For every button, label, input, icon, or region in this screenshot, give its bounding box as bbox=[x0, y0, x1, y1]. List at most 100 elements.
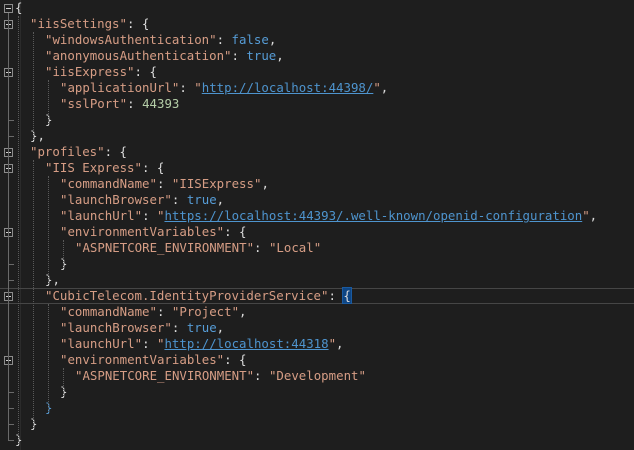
code-token: : bbox=[254, 368, 269, 383]
code-token: "iisSettings" bbox=[30, 16, 127, 31]
code-line[interactable]: "IIS Express": { bbox=[0, 160, 634, 176]
code-token: , bbox=[216, 320, 225, 335]
code-token: : { bbox=[104, 144, 127, 159]
code-line[interactable]: "anonymousAuthentication": true, bbox=[0, 48, 634, 64]
collapse-icon[interactable] bbox=[4, 4, 13, 13]
code-line[interactable]: "profiles": { bbox=[0, 144, 634, 160]
code-line[interactable]: "sslPort": 44393 bbox=[0, 96, 634, 112]
fold-end-marker bbox=[8, 440, 14, 441]
code-line[interactable]: "CubicTelecom.IdentityProviderService": … bbox=[0, 287, 634, 304]
code-token: : bbox=[142, 336, 157, 351]
code-text: "ASPNETCORE_ENVIRONMENT": "Local" bbox=[75, 240, 321, 256]
code-text: "ASPNETCORE_ENVIRONMENT": "Development" bbox=[75, 368, 366, 384]
url-link[interactable]: http://localhost:44318 bbox=[164, 336, 328, 351]
code-token: "anonymousAuthentication" bbox=[45, 48, 232, 63]
indent-guide bbox=[63, 368, 64, 396]
fold-end-marker bbox=[8, 264, 14, 265]
code-line[interactable]: "applicationUrl": "http://localhost:4439… bbox=[0, 80, 634, 96]
code-token: : bbox=[156, 304, 172, 319]
code-token: false bbox=[231, 32, 269, 47]
indent-guide bbox=[48, 176, 49, 284]
code-token: "environmentVariables" bbox=[60, 224, 225, 239]
code-line[interactable]: "launchUrl": "http://localhost:44318", bbox=[0, 336, 634, 352]
code-token: "launchUrl" bbox=[60, 336, 143, 351]
code-token: { bbox=[15, 0, 23, 15]
code-token: "ASPNETCORE_ENVIRONMENT" bbox=[75, 368, 255, 383]
indent-guide bbox=[18, 16, 19, 444]
code-token: , bbox=[380, 80, 389, 95]
code-token: "launchBrowser" bbox=[60, 192, 172, 207]
code-token: true bbox=[186, 320, 217, 335]
code-token: : { bbox=[134, 64, 157, 79]
code-token: : bbox=[156, 176, 172, 191]
code-token: 44393 bbox=[142, 96, 180, 111]
code-text: "launchUrl": "https://localhost:44393/.w… bbox=[60, 208, 597, 224]
code-text: "environmentVariables": { bbox=[60, 352, 247, 368]
indent-guide bbox=[63, 240, 64, 268]
code-token: "applicationUrl" bbox=[60, 80, 180, 95]
code-line[interactable]: "commandName": "Project", bbox=[0, 304, 634, 320]
code-token: : bbox=[254, 240, 269, 255]
fold-end-marker bbox=[8, 136, 14, 137]
fold-end-marker bbox=[8, 120, 14, 121]
code-line[interactable]: "launchBrowser": true, bbox=[0, 320, 634, 336]
code-line[interactable]: } bbox=[0, 256, 634, 272]
code-token: : { bbox=[224, 224, 247, 239]
code-token: true bbox=[246, 48, 277, 63]
code-token: " bbox=[328, 336, 337, 351]
code-token: : bbox=[171, 192, 187, 207]
code-token: " bbox=[582, 208, 590, 223]
code-token: " bbox=[194, 80, 202, 95]
code-line[interactable]: }, bbox=[0, 272, 634, 288]
code-token: "iisExpress" bbox=[45, 64, 135, 79]
code-line[interactable]: "ASPNETCORE_ENVIRONMENT": "Development" bbox=[0, 368, 634, 384]
code-line[interactable]: "launchUrl": "https://localhost:44393/.w… bbox=[0, 208, 634, 224]
code-text: "profiles": { bbox=[30, 144, 127, 160]
code-line[interactable]: } bbox=[0, 112, 634, 128]
code-line[interactable]: } bbox=[0, 432, 634, 448]
url-link[interactable]: http://localhost:44398/ bbox=[202, 80, 374, 95]
code-token: true bbox=[186, 192, 217, 207]
code-line[interactable]: } bbox=[0, 384, 634, 400]
code-token: , bbox=[276, 48, 284, 63]
code-token: : bbox=[179, 80, 195, 95]
code-text: "IIS Express": { bbox=[45, 160, 164, 176]
code-text: "iisExpress": { bbox=[45, 64, 157, 80]
url-link[interactable]: https://localhost:44393/.well-known/open… bbox=[164, 208, 582, 223]
code-token: "ASPNETCORE_ENVIRONMENT" bbox=[75, 240, 255, 255]
code-text: "anonymousAuthentication": true, bbox=[45, 48, 284, 64]
code-text: "commandName": "Project", bbox=[60, 304, 247, 320]
code-line[interactable]: "ASPNETCORE_ENVIRONMENT": "Local" bbox=[0, 240, 634, 256]
code-line[interactable]: }, bbox=[0, 128, 634, 144]
code-token: , bbox=[336, 336, 344, 351]
code-line[interactable]: "environmentVariables": { bbox=[0, 352, 634, 368]
code-text: "commandName": "IISExpress", bbox=[60, 176, 269, 192]
code-token: "launchBrowser" bbox=[60, 320, 172, 335]
code-line[interactable]: { bbox=[0, 0, 634, 16]
code-token: "Project" bbox=[171, 304, 240, 319]
code-editor[interactable]: {"iisSettings": {"windowsAuthentication"… bbox=[0, 0, 634, 450]
code-line[interactable]: "windowsAuthentication": false, bbox=[0, 32, 634, 48]
code-line[interactable]: "commandName": "IISExpress", bbox=[0, 176, 634, 192]
code-line[interactable]: } bbox=[0, 400, 634, 416]
fold-end-marker bbox=[8, 424, 14, 425]
code-text: "launchBrowser": true, bbox=[60, 192, 224, 208]
code-line[interactable]: "environmentVariables": { bbox=[0, 224, 634, 240]
code-text: "environmentVariables": { bbox=[60, 224, 247, 240]
code-token: : { bbox=[141, 160, 165, 175]
fold-end-marker bbox=[8, 392, 14, 393]
code-token: "commandName" bbox=[60, 176, 157, 191]
code-token: "CubicTelecom.IdentityProviderService" bbox=[45, 288, 329, 303]
code-token: "IIS Express" bbox=[45, 160, 142, 175]
code-text: "CubicTelecom.IdentityProviderService": … bbox=[45, 287, 352, 304]
code-token: : bbox=[171, 320, 187, 335]
code-token: : { bbox=[126, 16, 150, 31]
code-line[interactable]: } bbox=[0, 416, 634, 432]
code-token: , bbox=[216, 192, 225, 207]
indent-guide bbox=[33, 160, 34, 428]
code-line[interactable]: "iisExpress": { bbox=[0, 64, 634, 80]
code-line[interactable]: "iisSettings": { bbox=[0, 16, 634, 32]
code-text: "launchBrowser": true, bbox=[60, 320, 224, 336]
code-line[interactable]: "launchBrowser": true, bbox=[0, 192, 634, 208]
fold-end-marker bbox=[8, 408, 14, 409]
